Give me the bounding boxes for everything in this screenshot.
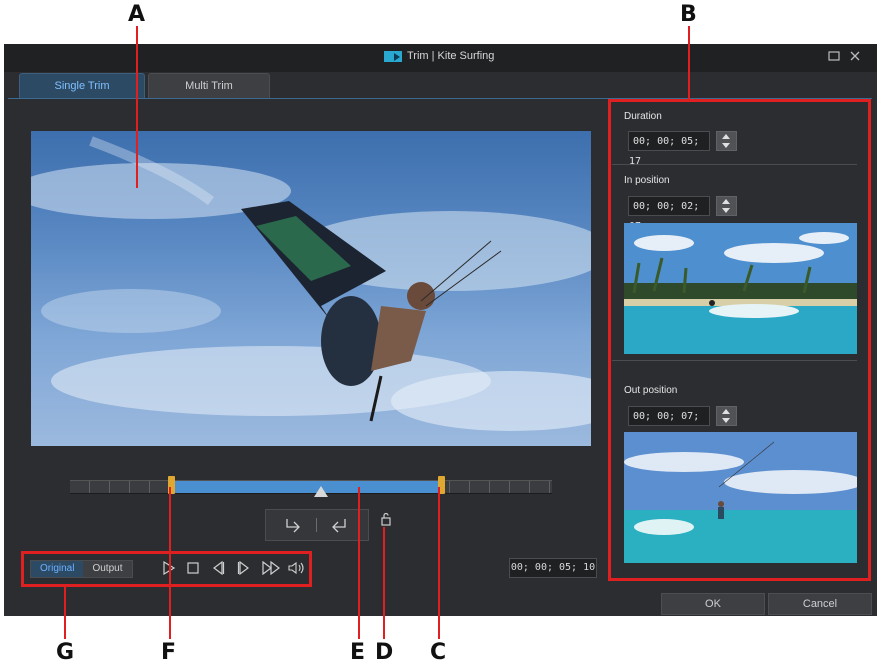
callout-e: E [350, 640, 366, 665]
io-divider [316, 518, 317, 532]
callout-g: G [56, 640, 75, 665]
mark-in-out-group [265, 509, 369, 541]
title-bar: Trim | Kite Surfing [4, 44, 877, 72]
tab-multi-trim[interactable]: Multi Trim [148, 73, 270, 99]
app-logo-icon [384, 50, 402, 62]
callout-b: B [680, 2, 697, 27]
playhead-slider[interactable] [314, 486, 328, 497]
callout-e-line [358, 487, 360, 639]
callout-g-box [21, 551, 312, 587]
callout-f-line [169, 487, 171, 639]
callout-g-line [64, 587, 66, 639]
callout-b-line [688, 26, 690, 100]
mark-out-button[interactable] [328, 516, 350, 534]
callout-b-box [608, 99, 871, 581]
callout-f: F [161, 640, 177, 665]
callout-c: C [430, 640, 447, 665]
tab-single-trim[interactable]: Single Trim [19, 73, 145, 99]
callout-a-line [136, 26, 138, 188]
cancel-button[interactable]: Cancel [768, 593, 872, 615]
callout-d: D [375, 640, 394, 665]
selected-range [171, 481, 441, 493]
window-title: Trim | Kite Surfing [407, 50, 495, 62]
video-preview [31, 131, 591, 446]
callout-c-line [438, 487, 440, 639]
current-time-display: 00; 00; 05; 10 [509, 558, 597, 578]
mark-in-button[interactable] [282, 516, 304, 534]
callout-a: A [128, 2, 146, 27]
maximize-icon[interactable] [828, 50, 840, 65]
trim-timeline[interactable] [70, 476, 552, 494]
ok-button[interactable]: OK [661, 593, 765, 615]
close-icon[interactable] [849, 50, 861, 65]
callout-d-line [383, 527, 385, 639]
lock-icon[interactable] [380, 512, 392, 531]
